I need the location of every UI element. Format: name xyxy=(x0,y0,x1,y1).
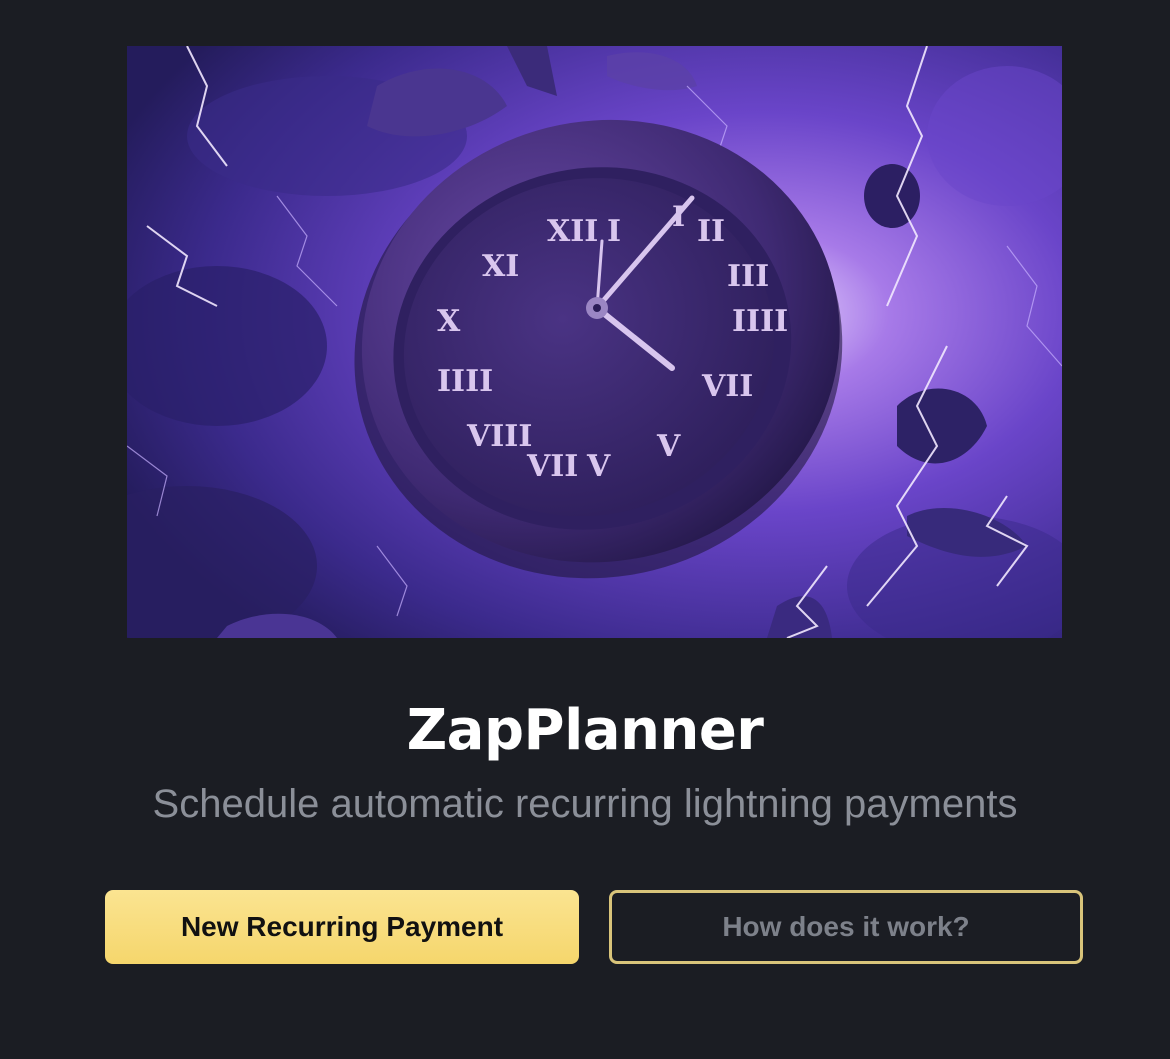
clock-lightning-illustration: I I II III IIII VII V V VII VIII IIII X … xyxy=(127,46,1062,638)
app-subtitle: Schedule automatic recurring lightning p… xyxy=(152,782,1018,826)
hero-image: I I II III IIII VII V V VII VIII IIII X … xyxy=(127,46,1062,638)
svg-text:V: V xyxy=(586,449,611,484)
svg-text:III: III xyxy=(727,259,769,294)
svg-text:VIII: VIII xyxy=(466,419,532,454)
app-title: ZapPlanner xyxy=(406,698,764,763)
svg-text:IIII: IIII xyxy=(732,304,788,339)
svg-text:VII: VII xyxy=(526,449,578,484)
landing-page: I I II III IIII VII V V VII VIII IIII X … xyxy=(0,0,1170,1059)
svg-text:X: X xyxy=(437,304,461,339)
svg-text:IIII: IIII xyxy=(437,364,493,399)
svg-text:I: I xyxy=(607,214,621,249)
svg-text:XI: XI xyxy=(482,249,519,284)
svg-text:XII: XII xyxy=(547,214,598,249)
svg-text:VII: VII xyxy=(701,369,753,404)
new-recurring-payment-button[interactable]: New Recurring Payment xyxy=(105,890,579,964)
svg-text:II: II xyxy=(697,214,725,249)
how-does-it-work-button[interactable]: How does it work? xyxy=(609,890,1083,964)
svg-text:V: V xyxy=(656,429,681,464)
